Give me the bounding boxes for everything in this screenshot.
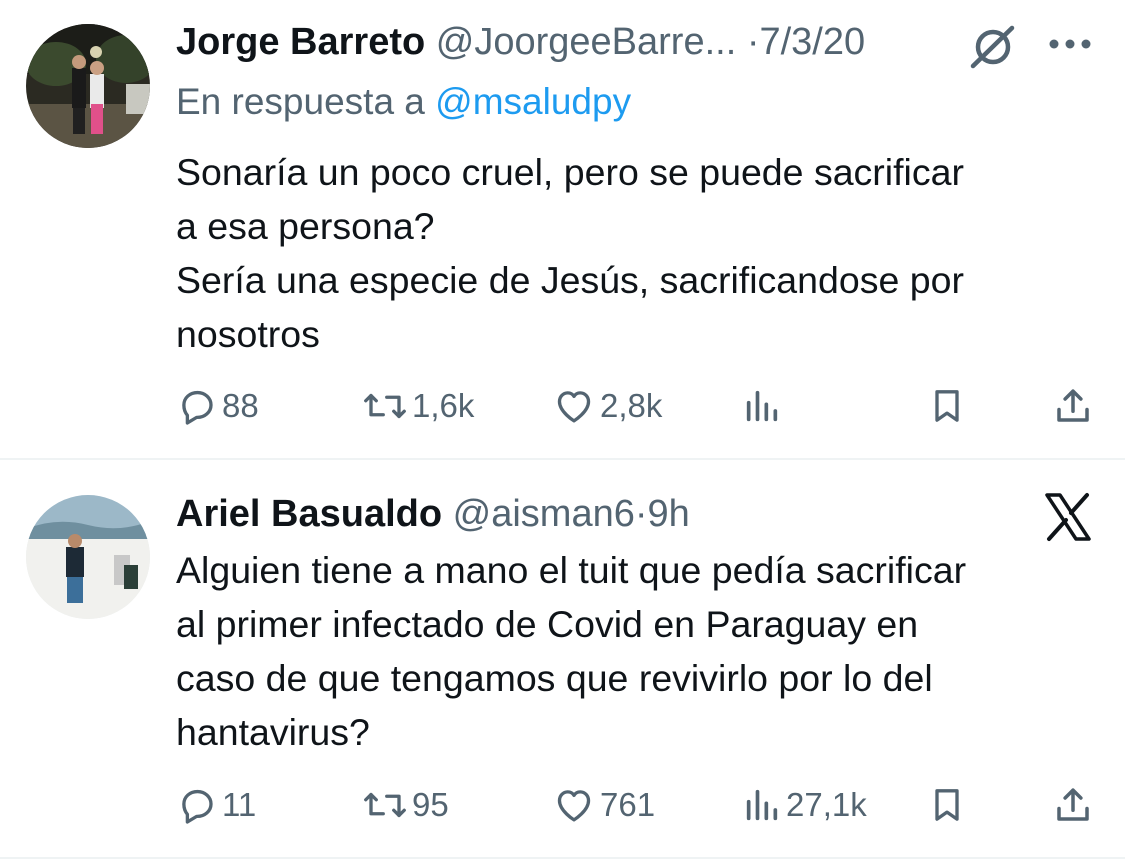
author-handle[interactable]: @JoorgeeBarre... bbox=[436, 21, 737, 63]
retweet-count: 95 bbox=[412, 786, 449, 823]
share-icon bbox=[1052, 385, 1094, 427]
reply-button[interactable]: 88 bbox=[176, 381, 259, 431]
grok-slash-icon[interactable] bbox=[968, 22, 1020, 75]
tweet-divider bbox=[0, 857, 1125, 859]
tweet-header: Ariel Basualdo @aisman6·9h bbox=[176, 492, 690, 536]
views-icon bbox=[742, 385, 782, 427]
text-line: Alguien tiene a mano el tuit que pedía s… bbox=[176, 549, 967, 591]
reply-count: 88 bbox=[222, 387, 259, 424]
reply-prefix: En respuesta a bbox=[176, 81, 425, 122]
bookmark-button[interactable] bbox=[927, 381, 967, 431]
like-count: 2,8k bbox=[600, 387, 663, 424]
views-count: 27,1k bbox=[786, 786, 867, 823]
text-line: al primer infectado de Covid en Paraguay… bbox=[176, 603, 919, 645]
bookmark-button[interactable] bbox=[927, 780, 967, 830]
author-name[interactable]: Ariel Basualdo bbox=[176, 493, 442, 535]
reply-mention[interactable]: @msaludpy bbox=[435, 81, 631, 122]
share-icon bbox=[1052, 784, 1094, 826]
tweet-divider bbox=[0, 458, 1125, 460]
reply-icon bbox=[176, 385, 218, 427]
retweet-count: 1,6k bbox=[412, 387, 475, 424]
reply-context: En respuesta a @msaludpy bbox=[176, 80, 631, 124]
reply-icon bbox=[176, 784, 218, 826]
tweet-jorge-barreto[interactable]: Jorge Barreto @JoorgeeBarre... ·7/3/20 E… bbox=[0, 0, 1125, 460]
tweet-text: Sonaría un poco cruel, pero se puede sac… bbox=[176, 145, 1101, 361]
author-handle[interactable]: @aisman6 bbox=[453, 493, 635, 535]
x-logo-icon[interactable] bbox=[1044, 492, 1092, 547]
like-icon bbox=[552, 784, 596, 826]
reply-button[interactable]: 11 bbox=[176, 780, 256, 830]
avatar[interactable] bbox=[26, 24, 150, 148]
tweet-ariel-basualdo[interactable]: Ariel Basualdo @aisman6·9h Alguien tiene… bbox=[0, 461, 1125, 856]
like-count: 761 bbox=[600, 786, 656, 823]
text-line: Sonaría un poco cruel, pero se puede sac… bbox=[176, 151, 964, 193]
more-dots-icon[interactable] bbox=[1048, 36, 1092, 57]
text-line: caso de que tengamos que revivirlo por l… bbox=[176, 657, 933, 699]
like-button[interactable]: 2,8k bbox=[552, 381, 662, 431]
bookmark-icon bbox=[927, 385, 967, 427]
separator-dot: · bbox=[746, 21, 760, 63]
text-line: hantavirus? bbox=[176, 711, 370, 753]
action-bar: 88 1,6k 2,8k bbox=[176, 381, 1096, 431]
retweet-button[interactable]: 95 bbox=[362, 780, 449, 830]
action-bar: 11 95 761 27,1k bbox=[176, 780, 1096, 830]
separator-dot: · bbox=[634, 493, 648, 535]
avatar[interactable] bbox=[26, 495, 150, 619]
views-button[interactable]: 27,1k bbox=[742, 780, 867, 830]
share-button[interactable] bbox=[1052, 780, 1094, 830]
tweet-text: Alguien tiene a mano el tuit que pedía s… bbox=[176, 543, 1101, 759]
retweet-icon bbox=[362, 385, 408, 427]
text-line: a esa persona? bbox=[176, 205, 435, 247]
retweet-button[interactable]: 1,6k bbox=[362, 381, 474, 431]
text-line: nosotros bbox=[176, 313, 320, 355]
author-name[interactable]: Jorge Barreto bbox=[176, 21, 425, 63]
views-button[interactable] bbox=[742, 381, 786, 431]
tweet-time[interactable]: 7/3/20 bbox=[759, 21, 865, 63]
share-button[interactable] bbox=[1052, 381, 1094, 431]
tweet-header: Jorge Barreto @JoorgeeBarre... ·7/3/20 bbox=[176, 20, 865, 64]
views-icon bbox=[742, 784, 782, 826]
retweet-icon bbox=[362, 784, 408, 826]
tweet-time[interactable]: 9h bbox=[648, 493, 690, 535]
reply-count: 11 bbox=[222, 786, 257, 823]
like-button[interactable]: 761 bbox=[552, 780, 655, 830]
bookmark-icon bbox=[927, 784, 967, 826]
like-icon bbox=[552, 385, 596, 427]
text-line: Sería una especie de Jesús, sacrificando… bbox=[176, 259, 964, 301]
